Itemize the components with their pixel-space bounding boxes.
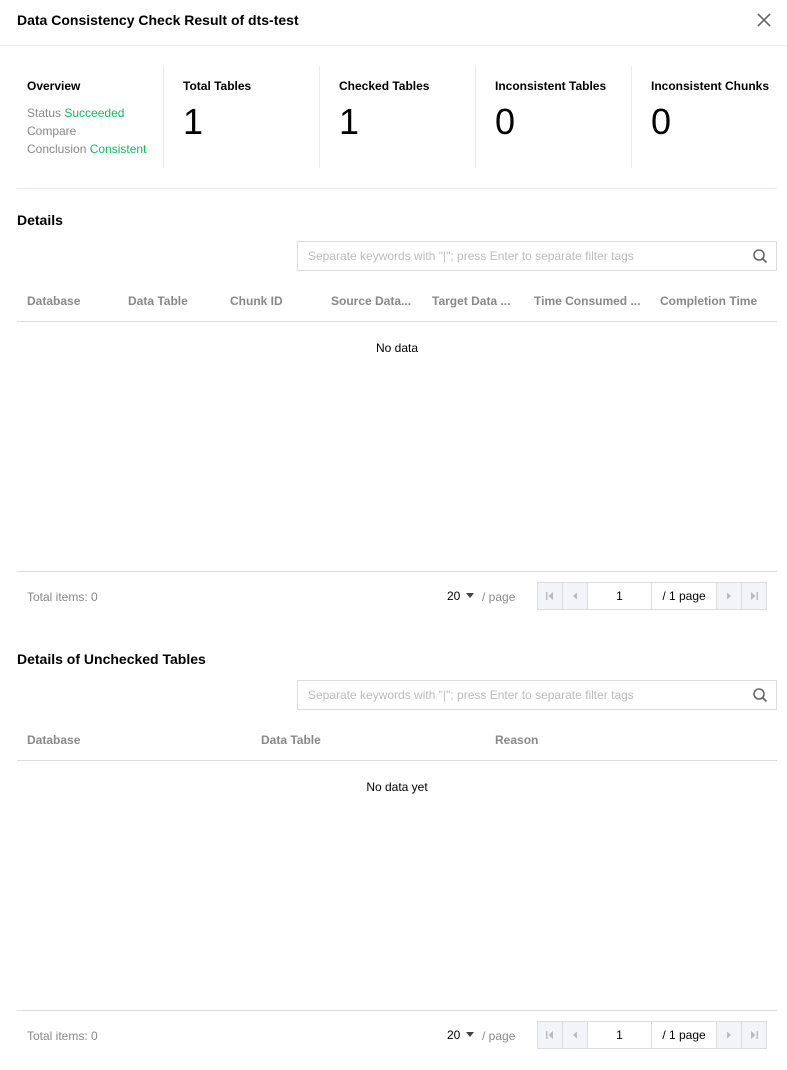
unchecked-table-header: Database Data Table Reason: [17, 721, 777, 761]
status-label: Status: [27, 106, 62, 120]
last-page-icon[interactable]: [741, 1022, 766, 1048]
overview-summary: Overview Status Succeeded Compare Conclu…: [17, 66, 163, 168]
column-header-database[interactable]: Database: [27, 294, 122, 308]
conclusion-label: Conclusion: [27, 142, 87, 156]
details-page-size-select[interactable]: 20: [447, 589, 475, 603]
next-page-icon[interactable]: [716, 1022, 741, 1048]
conclusion-line: Conclusion Consistent: [27, 142, 146, 156]
unchecked-total-pages: / 1 page: [652, 1022, 716, 1048]
unchecked-search-input[interactable]: [298, 681, 738, 709]
column-header-source-data[interactable]: Source Data...: [331, 294, 426, 308]
stat-inconsistent-tables: Inconsistent Tables 0: [475, 66, 631, 168]
unchecked-pagination: 1 / 1 page: [537, 1021, 767, 1049]
per-page-label: / page: [482, 590, 516, 604]
caret-down-icon: [466, 593, 475, 598]
stat-value: 0: [495, 101, 516, 142]
first-page-icon[interactable]: [538, 583, 563, 609]
details-empty-text: No data: [375, 341, 419, 355]
details-search-input[interactable]: [298, 242, 738, 270]
details-search: [297, 241, 777, 271]
next-page-icon[interactable]: [716, 583, 741, 609]
column-header-database[interactable]: Database: [27, 733, 247, 747]
column-header-target-data[interactable]: Target Data ...: [432, 294, 527, 308]
search-icon[interactable]: [752, 248, 768, 264]
dialog-header: Data Consistency Check Result of dts-tes…: [0, 0, 787, 46]
unchecked-search: [297, 680, 777, 710]
search-icon[interactable]: [752, 687, 768, 703]
column-header-completion-time[interactable]: Completion Time: [660, 294, 775, 308]
unchecked-total-items: Total items: 0: [27, 1029, 98, 1043]
stat-label: Inconsistent Chunks: [651, 79, 770, 93]
stat-total-tables: Total Tables 1: [163, 66, 319, 168]
dialog-title: Data Consistency Check Result of dts-tes…: [17, 12, 299, 28]
page-size-value: 20: [447, 1028, 461, 1042]
close-icon[interactable]: [754, 10, 774, 30]
stat-value: 0: [651, 101, 672, 142]
details-table-header: Database Data Table Chunk ID Source Data…: [17, 282, 777, 322]
details-pagination: 1 / 1 page: [537, 582, 767, 610]
column-header-data-table[interactable]: Data Table: [261, 733, 481, 747]
section-divider: [17, 188, 777, 189]
stat-label: Checked Tables: [339, 79, 430, 93]
stat-value: 1: [339, 101, 360, 142]
first-page-icon[interactable]: [538, 1022, 563, 1048]
stat-value: 1: [183, 101, 204, 142]
prev-page-icon[interactable]: [563, 583, 588, 609]
unchecked-footer-divider: [17, 1010, 777, 1011]
prev-page-icon[interactable]: [563, 1022, 588, 1048]
stat-inconsistent-chunks: Inconsistent Chunks 0: [631, 66, 777, 168]
details-footer-divider: [17, 571, 777, 572]
stat-label: Total Tables: [183, 79, 252, 93]
status-value: Succeeded: [64, 106, 125, 120]
details-title: Details: [17, 212, 63, 228]
unchecked-page-size-select[interactable]: 20: [447, 1028, 475, 1042]
details-total-pages: / 1 page: [652, 583, 716, 609]
details-total-items: Total items: 0: [27, 590, 98, 604]
overview-panel: Overview Status Succeeded Compare Conclu…: [17, 66, 777, 168]
column-header-reason[interactable]: Reason: [495, 733, 715, 747]
conclusion-value: Consistent: [89, 142, 147, 156]
last-page-icon[interactable]: [741, 583, 766, 609]
per-page-label: / page: [482, 1029, 516, 1043]
unchecked-empty-text: No data yet: [366, 780, 428, 794]
column-header-time-consumed[interactable]: Time Consumed ...: [534, 294, 654, 308]
details-page-input[interactable]: 1: [588, 583, 652, 609]
status-line: Status Succeeded: [27, 106, 124, 120]
column-header-data-table[interactable]: Data Table: [128, 294, 223, 308]
page-size-value: 20: [447, 589, 461, 603]
stat-checked-tables: Checked Tables 1: [319, 66, 475, 168]
caret-down-icon: [466, 1032, 475, 1037]
unchecked-title: Details of Unchecked Tables: [17, 651, 206, 667]
overview-label: Overview: [27, 79, 81, 93]
compare-label: Compare: [27, 124, 77, 138]
unchecked-page-input[interactable]: 1: [588, 1022, 652, 1048]
stat-label: Inconsistent Tables: [495, 79, 607, 93]
column-header-chunk-id[interactable]: Chunk ID: [230, 294, 325, 308]
